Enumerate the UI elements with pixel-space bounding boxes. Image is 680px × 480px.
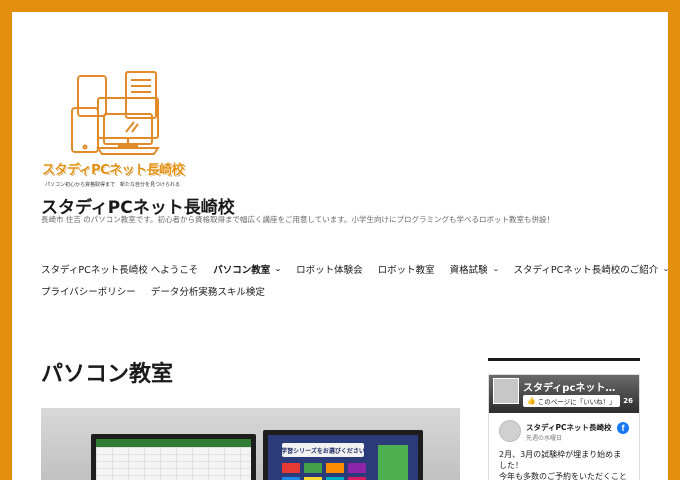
facebook-cover[interactable]: スタディpcネット… 👍 このページに「いいね！」 26 bbox=[489, 375, 639, 413]
nav-item-data-analysis-exam[interactable]: データ分析実務スキル検定 bbox=[151, 284, 265, 298]
hero-photo: 学習シリーズをお選びください bbox=[41, 408, 460, 480]
facebook-post-text: 2月、3月の試験枠が埋まり始めました！ 今年も多数のご予約をいただくこと bbox=[489, 447, 639, 480]
page-title: パソコン教室 bbox=[41, 362, 174, 387]
nav-item-robot-class[interactable]: ロボット教室 bbox=[378, 262, 435, 276]
facebook-post-line: 今年も多数のご予約をいただくこと bbox=[499, 472, 627, 480]
facebook-like-count: 26 bbox=[623, 397, 633, 405]
sidebar-divider bbox=[488, 358, 640, 361]
nav-item-pc-class[interactable]: パソコン教室 ⌄ bbox=[213, 262, 282, 276]
facebook-post-header: スタディPCネット長崎校 先週の水曜日 f bbox=[489, 417, 639, 447]
page-container: スタディPCネット長崎校 パソコン初心から資格取得まで 新たな自分を見つけられる… bbox=[12, 12, 668, 480]
nav-item-label: データ分析実務スキル検定 bbox=[150, 287, 265, 298]
thumbs-up-icon: 👍 bbox=[527, 397, 536, 405]
nav-item-label: ロボット教室 bbox=[377, 265, 435, 276]
nav-item-about[interactable]: スタディPCネット長崎校のご紹介 ⌄ bbox=[514, 262, 668, 276]
nav-item-exams[interactable]: 資格試験 ⌄ bbox=[449, 262, 500, 276]
nav-item-robot-trial[interactable]: ロボット体験会 bbox=[296, 262, 363, 276]
nav-item-label: 資格試験 bbox=[449, 265, 488, 276]
photo-tile bbox=[378, 445, 408, 480]
nav-item-privacy-policy[interactable]: プライバシーポリシー bbox=[41, 284, 136, 298]
chevron-down-icon[interactable]: ⌄ bbox=[662, 265, 668, 273]
logo-title: スタディPCネット長崎校 bbox=[42, 163, 185, 178]
nav-item-welcome[interactable]: スタディPCネット長崎校 へようこそ bbox=[41, 262, 198, 276]
photo-monitor-right: 学習シリーズをお選びください bbox=[263, 430, 423, 480]
facebook-post-time[interactable]: 先週の水曜日 bbox=[526, 433, 562, 442]
facebook-page-widget: スタディpcネット… 👍 このページに「いいね！」 26 スタディPCネット長崎… bbox=[488, 374, 640, 480]
nav-item-label: プライバシーポリシー bbox=[41, 287, 136, 298]
sidebar: スタディpcネット… 👍 このページに「いいね！」 26 スタディPCネット長崎… bbox=[488, 358, 640, 480]
logo-tagline: パソコン初心から資格取得まで 新たな自分を見つけられる bbox=[45, 182, 181, 188]
facebook-page-name[interactable]: スタディpcネット… bbox=[523, 379, 615, 394]
facebook-like-label: このページに「いいね！」 bbox=[537, 398, 616, 406]
nav-row-1: スタディPCネット長崎校 へようこそ パソコン教室 ⌄ ロボット体験会 ロボット… bbox=[41, 258, 668, 280]
photo-spreadsheet-screen bbox=[96, 439, 251, 480]
nav-item-label: スタディPCネット長崎校のご紹介 bbox=[513, 265, 659, 276]
facebook-post-author[interactable]: スタディPCネット長崎校 bbox=[526, 422, 611, 433]
avatar[interactable] bbox=[499, 420, 521, 442]
facebook-icon[interactable]: f bbox=[617, 422, 629, 434]
nav-row-2: プライバシーポリシー データ分析実務スキル検定 bbox=[41, 280, 651, 302]
facebook-page-thumbnail[interactable] bbox=[493, 378, 519, 404]
chevron-down-icon[interactable]: ⌄ bbox=[274, 265, 282, 273]
facebook-post-line: 2月、3月の試験枠が埋まり始めました！ bbox=[499, 450, 622, 470]
chevron-down-icon[interactable]: ⌄ bbox=[492, 265, 500, 273]
nav-item-label: スタディPCネット長崎校 へようこそ bbox=[41, 265, 199, 276]
photo-course-screen: 学習シリーズをお選びください bbox=[268, 435, 418, 480]
facebook-like-button[interactable]: 👍 このページに「いいね！」 bbox=[523, 395, 620, 407]
photo-tile bbox=[326, 463, 344, 473]
photo-monitor-left bbox=[91, 434, 256, 480]
primary-navigation: スタディPCネット長崎校 へようこそ パソコン教室 ⌄ ロボット体験会 ロボット… bbox=[41, 258, 668, 302]
photo-tile bbox=[348, 463, 366, 473]
photo-screen-banner: 学習シリーズをお選びください bbox=[281, 443, 365, 457]
photo-tile bbox=[282, 463, 300, 473]
photo-tile bbox=[304, 463, 322, 473]
nav-item-label: ロボット体験会 bbox=[296, 265, 363, 276]
site-description: 長崎市 住吉 のパソコン教室です。初心者から資格取得まで幅広く講座をご用意してい… bbox=[41, 215, 555, 224]
nav-item-label: パソコン教室 bbox=[213, 265, 271, 276]
